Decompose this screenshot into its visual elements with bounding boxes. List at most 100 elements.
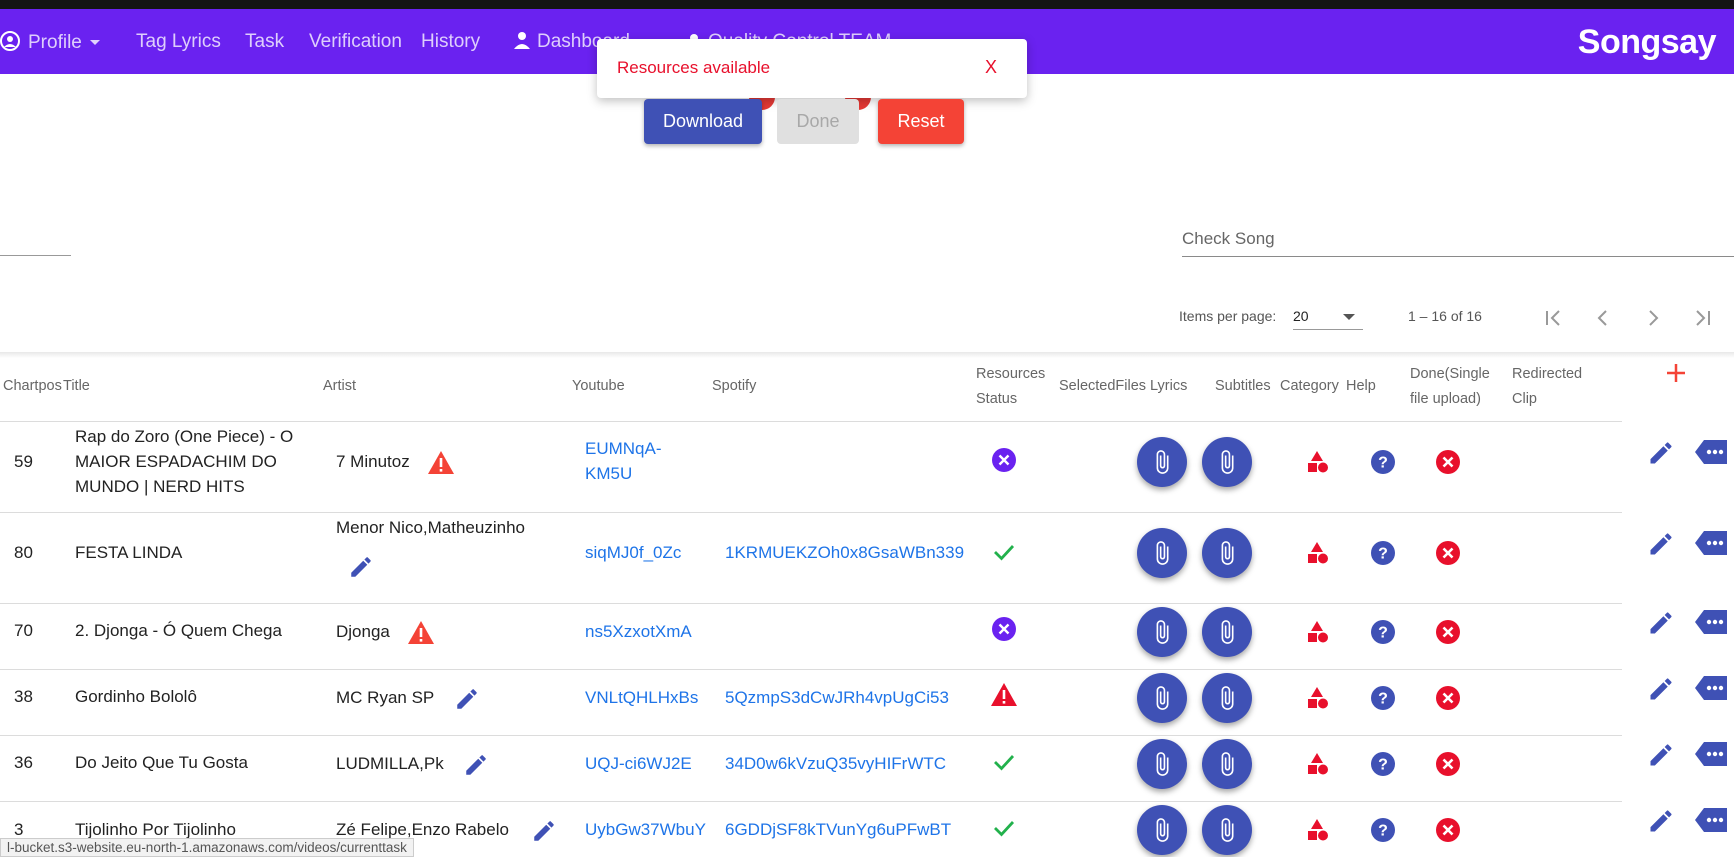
subtitles-clip-button[interactable] [1202,805,1252,855]
edit-icon[interactable] [1647,675,1675,703]
category-icon[interactable] [1304,449,1330,475]
page-size-select[interactable]: 20 [1293,304,1363,330]
lyrics-clip-button[interactable] [1137,528,1187,578]
pencil-icon[interactable] [348,554,374,580]
category-icon[interactable] [1304,751,1330,777]
subtitles-clip-button[interactable] [1202,673,1252,723]
pencil-icon[interactable] [531,818,557,844]
done-button[interactable]: Done [777,99,859,144]
nav-verification[interactable]: Verification [309,31,402,53]
svg-text:?: ? [1378,455,1388,472]
resources-toast: Resources available X [597,39,1027,98]
close-circle-icon[interactable] [1435,817,1461,843]
previous-page-icon[interactable] [1588,303,1618,333]
help-icon[interactable]: ? [1370,619,1396,645]
close-circle-icon[interactable] [1435,751,1461,777]
nav-history[interactable]: History [421,31,480,53]
more-tag-icon[interactable] [1694,675,1728,701]
warning-icon [991,683,1017,706]
youtube-link[interactable]: UybGw37WbuY [585,817,706,842]
lyrics-clip-button[interactable] [1137,607,1187,657]
subtitles-clip-button[interactable] [1202,437,1252,487]
youtube-link[interactable]: VNLtQHLHxBs [585,685,698,710]
more-tag-icon[interactable] [1694,807,1728,833]
youtube-link[interactable]: siqMJ0f_0Zc [585,540,681,565]
youtube-link[interactable]: EUMNqA- [585,436,662,461]
close-circle-icon[interactable] [1435,619,1461,645]
lyrics-clip-button[interactable] [1137,437,1187,487]
toast-close-button[interactable]: X [985,57,997,78]
header-artist[interactable]: Artist [323,374,356,399]
header-title[interactable]: Title [63,374,90,399]
spotify-link[interactable]: 6GDDjSF8kTVunYg6uPFwBT [725,817,951,842]
header-category[interactable]: Category [1280,374,1339,399]
close-circle-icon[interactable] [1435,540,1461,566]
first-page-icon[interactable] [1538,303,1568,333]
next-page-icon[interactable] [1638,303,1668,333]
add-icon[interactable] [1665,362,1687,384]
header-selected-files[interactable]: SelectedFiles [1059,374,1146,399]
check-song-field[interactable] [1182,225,1734,257]
help-icon[interactable]: ? [1370,751,1396,777]
subtitles-clip-button[interactable] [1202,607,1252,657]
spotify-link[interactable]: 34D0w6kVzuQ35vyHIFrWTC [725,751,946,776]
nav-tag-lyrics[interactable]: Tag Lyrics [136,31,221,53]
nav-profile[interactable]: Profile [0,31,100,54]
header-youtube[interactable]: Youtube [572,374,625,399]
header-help[interactable]: Help [1346,374,1376,399]
edit-icon[interactable] [1647,439,1675,467]
subtitles-clip-button[interactable] [1202,739,1252,789]
header-clip[interactable]: Clip [1512,387,1537,412]
edit-icon[interactable] [1647,530,1675,558]
category-icon[interactable] [1304,619,1330,645]
pencil-icon[interactable] [463,752,489,778]
edit-icon[interactable] [1647,609,1675,637]
pencil-icon[interactable] [454,686,480,712]
header-chartpos[interactable]: Chartpos [3,374,62,399]
warning-icon[interactable] [407,620,435,645]
youtube-link[interactable]: UQJ-ci6WJ2E [585,751,692,776]
nav-task[interactable]: Task [245,31,284,53]
header-lyrics[interactable]: Lyrics [1150,374,1187,399]
header-resources[interactable]: Resources [976,362,1045,387]
more-tag-icon[interactable] [1694,741,1728,767]
svg-text:?: ? [1378,691,1388,708]
help-icon[interactable]: ? [1370,817,1396,843]
help-icon[interactable]: ? [1370,685,1396,711]
header-status[interactable]: Status [976,387,1017,412]
filter-input[interactable] [0,255,71,256]
close-circle-icon[interactable] [1435,449,1461,475]
page-size-value: 20 [1293,308,1309,324]
spotify-link[interactable]: 1KRMUEKZOh0x8GsaWBn339 [725,540,964,565]
help-icon[interactable]: ? [1370,449,1396,475]
more-tag-icon[interactable] [1694,609,1728,635]
edit-icon[interactable] [1647,807,1675,835]
subtitles-clip-button[interactable] [1202,528,1252,578]
category-icon[interactable] [1304,685,1330,711]
more-tag-icon[interactable] [1694,439,1728,465]
lyrics-clip-button[interactable] [1137,739,1187,789]
lyrics-clip-button[interactable] [1137,673,1187,723]
more-tag-icon[interactable] [1694,530,1728,556]
header-done-file-upload[interactable]: file upload) [1410,387,1481,412]
header-done-single[interactable]: Done(Single [1410,362,1490,387]
last-page-icon[interactable] [1688,303,1718,333]
youtube-link-line2[interactable]: KM5U [585,461,632,486]
check-song-input[interactable] [1182,225,1734,249]
header-spotify[interactable]: Spotify [712,374,756,399]
youtube-link[interactable]: ns5XzxotXmA [585,619,692,644]
category-icon[interactable] [1304,540,1330,566]
warning-icon[interactable] [427,450,455,475]
close-circle-icon[interactable] [1435,685,1461,711]
header-redirected[interactable]: Redirected [1512,362,1582,387]
download-button[interactable]: Download [644,99,762,144]
spotify-link[interactable]: 5QzmpS3dCwJRh4vpUgCi53 [725,685,949,710]
header-subtitles[interactable]: Subtitles [1215,374,1271,399]
category-icon[interactable] [1304,817,1330,843]
brand-logo: Songsay [1578,23,1717,62]
artist-cell: Menor Nico,Matheuzinho [336,518,525,537]
help-icon[interactable]: ? [1370,540,1396,566]
lyrics-clip-button[interactable] [1137,805,1187,855]
edit-icon[interactable] [1647,741,1675,769]
reset-button[interactable]: Reset [878,99,964,144]
